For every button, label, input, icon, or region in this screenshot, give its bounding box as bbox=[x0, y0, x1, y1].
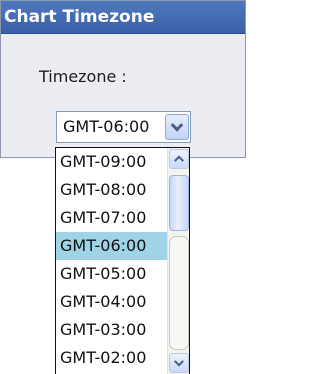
timezone-label: Timezone : bbox=[39, 67, 127, 86]
option-gmt-0900[interactable]: GMT-09:00 bbox=[56, 148, 167, 176]
chevron-down-icon bbox=[170, 118, 184, 132]
timezone-dropdown-list: GMT-09:00 GMT-08:00 GMT-07:00 GMT-06:00 … bbox=[55, 147, 190, 374]
timezone-select-value: GMT-06:00 bbox=[63, 117, 150, 136]
dropdown-toggle-button[interactable] bbox=[165, 114, 189, 140]
option-gmt-0300[interactable]: GMT-03:00 bbox=[56, 316, 167, 344]
timezone-select[interactable]: GMT-06:00 bbox=[56, 111, 191, 143]
timezone-picker: Chart Timezone Timezone : GMT-06:00 GMT-… bbox=[0, 0, 246, 374]
scroll-up-button[interactable] bbox=[169, 149, 189, 169]
scrollbar-thumb[interactable] bbox=[169, 175, 189, 231]
option-gmt-0600-highlighted[interactable]: GMT-06:00 bbox=[56, 232, 167, 260]
option-gmt-0800[interactable]: GMT-08:00 bbox=[56, 176, 167, 204]
panel-title: Chart Timezone bbox=[1, 1, 245, 34]
scroll-down-button[interactable] bbox=[169, 353, 189, 373]
option-gmt-0200[interactable]: GMT-02:00 bbox=[56, 344, 167, 372]
option-gmt-0500[interactable]: GMT-05:00 bbox=[56, 260, 167, 288]
chart-timezone-panel: Chart Timezone Timezone : GMT-06:00 bbox=[0, 0, 246, 158]
chevron-up-icon bbox=[174, 155, 184, 166]
option-gmt-0700[interactable]: GMT-07:00 bbox=[56, 204, 167, 232]
dropdown-scrollbar[interactable] bbox=[167, 148, 189, 374]
chevron-down-icon bbox=[174, 356, 184, 367]
option-gmt-0400[interactable]: GMT-04:00 bbox=[56, 288, 167, 316]
scrollbar-track[interactable] bbox=[169, 236, 189, 350]
